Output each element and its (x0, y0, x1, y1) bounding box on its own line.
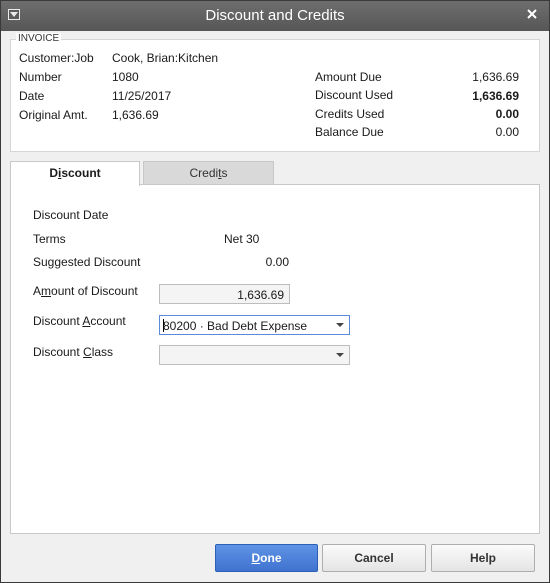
help-button[interactable]: Help (431, 544, 535, 572)
date-label: Date (19, 89, 45, 103)
discount-used-value: 1,636.69 (472, 89, 519, 103)
invoice-summary: INVOICE Customer:Job Cook, Brian:Kitchen… (10, 33, 540, 152)
tab-discount-label-rest: scount (61, 166, 101, 180)
discount-account-dropdown[interactable]: 80200 · Bad Debt Expense (159, 315, 350, 335)
discount-account-label: Discount Account (33, 314, 126, 328)
tab-discount[interactable]: Discount (10, 161, 140, 186)
label-mnemonic: C (83, 345, 92, 359)
discount-class-dropdown[interactable] (159, 345, 350, 365)
discount-credits-dialog: Discount and Credits INVOICE Customer:Jo… (0, 0, 550, 583)
tab-credits-label-part: Credi (189, 166, 219, 180)
discount-panel: Discount Date Terms Net 30 Suggested Dis… (10, 184, 540, 534)
done-label-rest: one (260, 551, 282, 565)
credits-used-label: Credits Used (315, 107, 385, 121)
discount-used-label: Discount Used (315, 88, 394, 102)
chevron-down-icon[interactable] (336, 353, 344, 357)
original-amt-value: 1,636.69 (112, 108, 159, 122)
title-bar: Discount and Credits (1, 1, 549, 31)
label-rest: ccount (90, 314, 126, 328)
number-value: 1080 (112, 70, 139, 84)
amount-of-discount-label: Amount of Discount (33, 284, 138, 298)
customer-job-value: Cook, Brian:Kitchen (112, 51, 219, 65)
cancel-button[interactable]: Cancel (322, 544, 426, 572)
invoice-section-label: INVOICE (16, 33, 62, 44)
amount-of-discount-field[interactable]: 1,636.69 (159, 284, 290, 304)
label-part: Discount (33, 314, 83, 328)
discount-class-label: Discount Class (33, 345, 113, 359)
discount-date-label: Discount Date (33, 208, 109, 222)
label-mnemonic: m (41, 284, 52, 298)
suggested-discount-label: Suggested Discount (33, 255, 141, 269)
amount-due-value: 1,636.69 (472, 70, 519, 84)
window-title: Discount and Credits (205, 7, 345, 24)
tab-bar: Discount Credits (10, 161, 540, 186)
chevron-down-icon[interactable] (336, 323, 344, 327)
label-rest: ount of Discount (51, 284, 138, 298)
date-value: 11/25/2017 (112, 89, 172, 103)
amount-due-label: Amount Due (315, 70, 382, 84)
terms-label: Terms (33, 232, 66, 246)
balance-due-label: Balance Due (315, 125, 384, 139)
discount-account-value: 80200 · Bad Debt Expense (163, 319, 308, 333)
close-icon[interactable] (525, 7, 539, 21)
tab-credits[interactable]: Credits (143, 161, 274, 185)
customer-job-label: Customer:Job (19, 51, 94, 65)
balance-due-value: 0.00 (495, 125, 519, 139)
original-amt-label: Original Amt. (19, 108, 88, 122)
label-rest: lass (91, 345, 114, 359)
label-part: A (33, 284, 42, 298)
tab-credits-label-rest: s (221, 166, 228, 180)
done-mnemonic: D (251, 551, 261, 565)
terms-value: Net 30 (224, 232, 260, 246)
tab-discount-label-part: D (49, 166, 58, 180)
label-part: Discount (33, 345, 84, 359)
number-label: Number (19, 70, 62, 84)
credits-used-value: 0.00 (495, 107, 519, 121)
done-button[interactable]: Done (215, 544, 318, 572)
amount-of-discount-value: 1,636.69 (237, 288, 284, 302)
suggested-discount-value: 0.00 (265, 255, 289, 269)
